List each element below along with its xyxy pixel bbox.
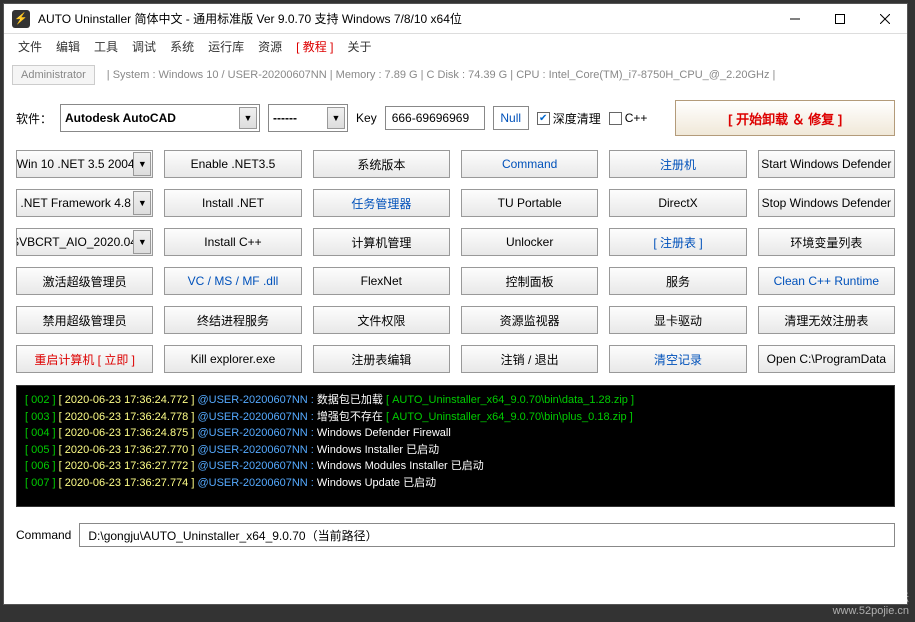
key-input[interactable]: 666-69696969 <box>385 106 485 130</box>
tool-button[interactable]: MSVBCRT_AIO_2020.04....▼ <box>16 228 153 256</box>
menu-item[interactable]: 文件 <box>12 36 48 57</box>
tool-button[interactable]: TU Portable <box>461 189 598 217</box>
key-label: Key <box>356 111 377 125</box>
tool-button[interactable]: 系统版本 <box>313 150 450 178</box>
maximize-button[interactable] <box>817 4 862 33</box>
version-select[interactable]: ------ ▼ <box>268 104 348 132</box>
tool-button[interactable]: 计算机管理 <box>313 228 450 256</box>
version-value: ------ <box>273 111 297 125</box>
menubar: 文件编辑工具调试系统运行库资源[ 教程 ]关于 <box>4 34 907 58</box>
app-icon: ⚡ <box>12 10 30 28</box>
tool-button[interactable]: 服务 <box>609 267 746 295</box>
tool-button[interactable]: Install C++ <box>164 228 301 256</box>
tool-button[interactable]: Clean C++ Runtime <box>758 267 895 295</box>
tool-button[interactable]: 重启计算机 [ 立即 ] <box>16 345 153 373</box>
chevron-down-icon: ▼ <box>133 191 151 215</box>
info-bar: Administrator | System : Windows 10 / US… <box>4 58 907 92</box>
cpp-checkbox[interactable]: C++ <box>609 111 648 125</box>
log-line: [ 003 ] [ 2020-06-23 17:36:24.778 ] @USE… <box>25 409 886 426</box>
window-title: AUTO Uninstaller 简体中文 - 通用标准版 Ver 9.0.70… <box>38 10 772 27</box>
software-value: Autodesk AutoCAD <box>65 111 176 125</box>
menu-item[interactable]: 编辑 <box>50 36 86 57</box>
tool-button[interactable]: Command <box>461 150 598 178</box>
log-line: [ 006 ] [ 2020-06-23 17:36:27.772 ] @USE… <box>25 458 886 475</box>
log-line: [ 005 ] [ 2020-06-23 17:36:27.770 ] @USE… <box>25 442 886 459</box>
log-output: [ 002 ] [ 2020-06-23 17:36:24.772 ] @USE… <box>16 385 895 507</box>
tool-button[interactable]: Start Windows Defender <box>758 150 895 178</box>
minimize-button[interactable] <box>772 4 817 33</box>
tool-button[interactable]: Unlocker <box>461 228 598 256</box>
deep-clean-checkbox[interactable]: ✔深度清理 <box>537 110 601 127</box>
menu-item[interactable]: 系统 <box>164 36 200 57</box>
tool-button[interactable]: Kill explorer.exe <box>164 345 301 373</box>
tool-button[interactable]: .NET Framework 4.8▼ <box>16 189 153 217</box>
tool-button[interactable]: Install .NET <box>164 189 301 217</box>
tool-button[interactable]: Open C:\ProgramData <box>758 345 895 373</box>
tool-button[interactable]: FlexNet <box>313 267 450 295</box>
tool-button[interactable]: Enable .NET3.5 <box>164 150 301 178</box>
software-label: 软件： <box>16 110 52 127</box>
system-info: | System : Windows 10 / USER-20200607NN … <box>107 69 776 81</box>
log-line: [ 002 ] [ 2020-06-23 17:36:24.772 ] @USE… <box>25 392 886 409</box>
menu-item[interactable]: 资源 <box>252 36 288 57</box>
software-select[interactable]: Autodesk AutoCAD ▼ <box>60 104 260 132</box>
tool-button[interactable]: [ 注册表 ] <box>609 228 746 256</box>
tool-button[interactable]: 注销 / 退出 <box>461 345 598 373</box>
tool-button[interactable]: 终结进程服务 <box>164 306 301 334</box>
uninstall-repair-button[interactable]: [ 开始卸载 ＆ 修复 ] <box>675 100 895 136</box>
tool-button[interactable]: 激活超级管理员 <box>16 267 153 295</box>
chevron-down-icon: ▼ <box>133 152 151 176</box>
tool-button[interactable]: Win 10 .NET 3.5 2004▼ <box>16 150 153 178</box>
tool-button[interactable]: 文件权限 <box>313 306 450 334</box>
log-line: [ 004 ] [ 2020-06-23 17:36:24.875 ] @USE… <box>25 425 886 442</box>
chevron-down-icon: ▼ <box>239 107 257 129</box>
tool-button[interactable]: 清理无效注册表 <box>758 306 895 334</box>
watermark: 吾爱破解论坛 www.52pojie.cn <box>833 592 909 618</box>
tool-button[interactable]: VC / MS / MF .dll <box>164 267 301 295</box>
tool-button[interactable]: Stop Windows Defender <box>758 189 895 217</box>
titlebar: ⚡ AUTO Uninstaller 简体中文 - 通用标准版 Ver 9.0.… <box>4 4 907 34</box>
menu-item[interactable]: [ 教程 ] <box>290 36 339 57</box>
tool-button[interactable]: 清空记录 <box>609 345 746 373</box>
null-button[interactable]: Null <box>493 106 529 130</box>
tool-button[interactable]: 注册表编辑 <box>313 345 450 373</box>
menu-item[interactable]: 工具 <box>88 36 124 57</box>
menu-item[interactable]: 关于 <box>341 36 377 57</box>
tool-button[interactable]: DirectX <box>609 189 746 217</box>
menu-item[interactable]: 运行库 <box>202 36 250 57</box>
tool-button[interactable]: 注册机 <box>609 150 746 178</box>
tool-button[interactable]: 禁用超级管理员 <box>16 306 153 334</box>
log-line: [ 007 ] [ 2020-06-23 17:36:27.774 ] @USE… <box>25 475 886 492</box>
tool-button[interactable]: 环境变量列表 <box>758 228 895 256</box>
tool-button[interactable]: 控制面板 <box>461 267 598 295</box>
admin-badge: Administrator <box>12 65 95 85</box>
command-label: Command <box>16 528 71 542</box>
menu-item[interactable]: 调试 <box>126 36 162 57</box>
chevron-down-icon: ▼ <box>327 107 345 129</box>
command-input[interactable]: D:\gongju\AUTO_Uninstaller_x64_9.0.70（当前… <box>79 523 895 547</box>
close-button[interactable] <box>862 4 907 33</box>
tool-button[interactable]: 显卡驱动 <box>609 306 746 334</box>
tool-button[interactable]: 资源监视器 <box>461 306 598 334</box>
chevron-down-icon: ▼ <box>133 230 151 254</box>
tool-button[interactable]: 任务管理器 <box>313 189 450 217</box>
